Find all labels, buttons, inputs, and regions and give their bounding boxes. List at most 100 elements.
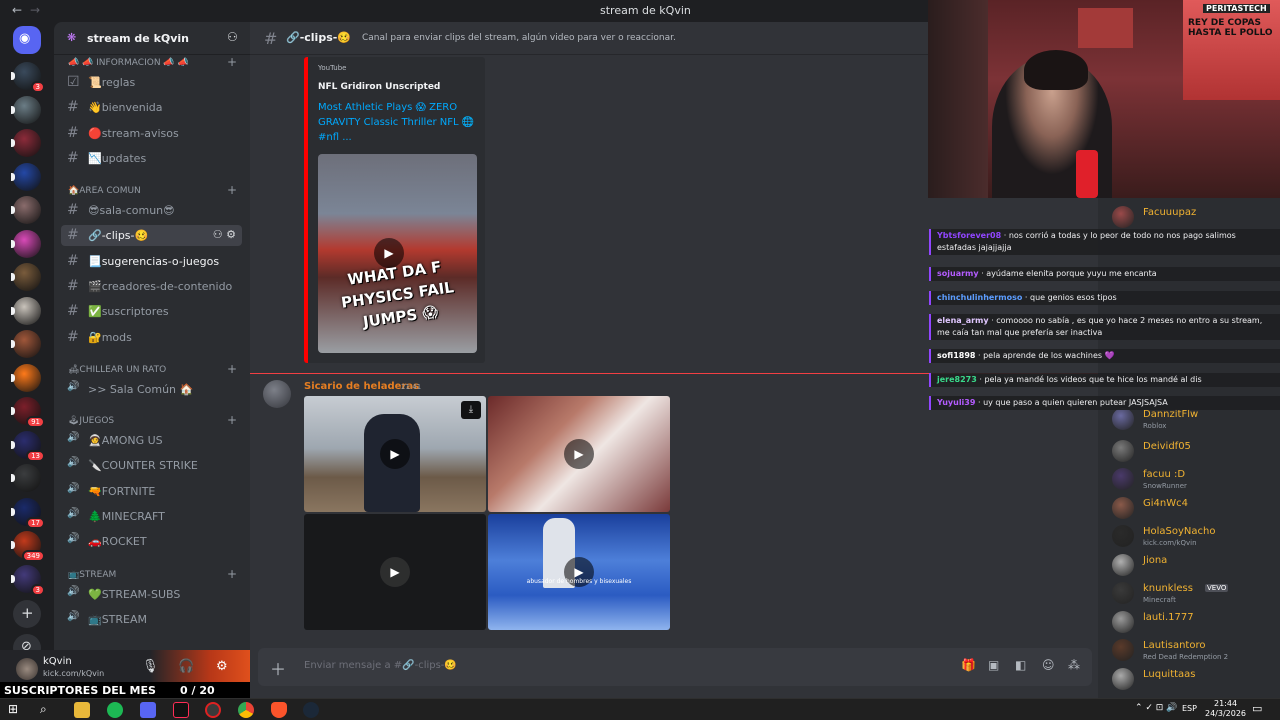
message-input[interactable]: Enviar mensaje a #🔗-clips-🥴 — [304, 660, 457, 671]
create-channel-icon[interactable]: + — [227, 413, 237, 427]
create-channel-icon[interactable]: + — [227, 362, 237, 376]
server-icon[interactable] — [11, 296, 41, 325]
member-item[interactable]: knunkless VEVO Minecraft — [1112, 580, 1280, 608]
back-arrow-icon[interactable]: ← — [12, 3, 22, 17]
steam-icon[interactable] — [303, 702, 319, 718]
server-header[interactable]: ❋ stream de kQvin ⌄ ⚇ — [54, 22, 250, 55]
channel-settings-icon[interactable]: ⚇ ⚙ — [213, 228, 236, 241]
member-item[interactable]: Lautisantoro Red Dead Redemption 2 — [1112, 637, 1280, 665]
server-icon[interactable]: 3 — [11, 62, 45, 93]
category-header[interactable]: 📺STREAM — [68, 570, 116, 580]
channel-topic[interactable]: Canal para enviar clips del stream, algú… — [362, 33, 676, 43]
server-icon[interactable]: 13 — [11, 430, 45, 462]
channel-item[interactable]: 🔊 🌲MINECRAFT — [61, 506, 242, 527]
play-icon[interactable]: ▶ — [380, 439, 410, 469]
create-channel-icon[interactable]: + — [227, 183, 237, 197]
channel-item[interactable]: 🔊 🔪COUNTER STRIKE — [61, 455, 242, 476]
create-channel-icon[interactable]: + — [227, 567, 237, 581]
avatar[interactable] — [263, 380, 291, 408]
category-header[interactable]: 📣 📣 INFORMACION 📣 📣 — [68, 58, 189, 68]
channel-item[interactable]: # 🔴stream-avisos — [61, 123, 242, 144]
server-icon[interactable] — [11, 229, 41, 258]
file-explorer-icon[interactable] — [74, 702, 90, 718]
category-header[interactable]: 🕹JUEGOS — [68, 416, 114, 426]
category-header[interactable]: 🏠AREA COMUN — [68, 186, 141, 196]
channel-item[interactable]: # 👋bienvenida — [61, 97, 242, 118]
emoji-icon[interactable]: ☺ — [1042, 658, 1055, 672]
member-item[interactable]: Jiona — [1112, 552, 1280, 580]
channel-item[interactable]: # 😎sala-comun😎 — [61, 200, 242, 221]
tiktok-icon[interactable] — [173, 702, 189, 718]
channel-item[interactable]: # 🎬creadores-de-contenido — [61, 276, 242, 297]
add-attachment-icon[interactable]: ＋ — [270, 656, 286, 680]
headphones-icon[interactable]: 🎧 — [178, 659, 194, 674]
avatar[interactable] — [16, 658, 38, 680]
forward-arrow-icon[interactable]: → — [30, 3, 40, 17]
brave-icon[interactable] — [271, 702, 287, 718]
search-icon[interactable]: ⌕ — [40, 702, 56, 718]
server-icon[interactable] — [11, 129, 41, 157]
category-header[interactable]: 🛋CHILLEAR UN RATO — [68, 365, 166, 375]
gift-icon[interactable]: 🎁 — [961, 658, 976, 672]
server-icon[interactable]: 91 — [11, 397, 45, 428]
play-icon[interactable]: ▶ — [374, 238, 404, 268]
video-attachment[interactable]: ▶ — [488, 396, 670, 512]
obs-icon[interactable] — [205, 702, 221, 718]
gif-icon[interactable]: ▣ — [988, 658, 999, 672]
channel-item[interactable]: # 🔐mods — [61, 327, 242, 348]
video-attachment[interactable]: ⤓ ▶ — [304, 396, 486, 512]
channel-item[interactable]: # 🔗-clips-🥴 ⚇ ⚙ — [61, 225, 242, 247]
server-icon[interactable] — [11, 263, 41, 291]
tray-icons[interactable]: ⌃ ✓ ⊡ 🔊 — [1135, 703, 1177, 713]
input-language[interactable]: ESP — [1182, 704, 1197, 713]
channel-item[interactable]: ☑ 📜reglas — [61, 72, 242, 93]
clock[interactable]: 21:44 24/3/2026 — [1205, 699, 1246, 719]
channel-item[interactable]: 🔊 🚗ROCKET — [61, 531, 242, 552]
member-item[interactable]: HolaSoyNacho kick.com/kQvin — [1112, 523, 1280, 551]
sticker-icon[interactable]: ◧ — [1015, 658, 1026, 672]
server-icon[interactable]: 349 — [11, 531, 45, 562]
server-icon[interactable] — [11, 363, 41, 392]
member-item[interactable]: Gi4nWc4 — [1112, 495, 1280, 523]
channel-item[interactable]: # ✅suscriptores — [61, 301, 242, 322]
video-attachment[interactable]: ▶ — [304, 514, 486, 630]
microphone-icon[interactable]: 🎙 — [142, 659, 159, 674]
notification-icon[interactable]: ▭ — [1252, 702, 1262, 715]
channel-item[interactable]: # 📃sugerencias-o-juegos — [61, 251, 242, 272]
create-channel-icon[interactable]: + — [227, 55, 237, 69]
server-icon[interactable] — [11, 196, 41, 224]
message-composer[interactable]: ＋ Enviar mensaje a #🔗-clips-🥴 🎁 ▣ ◧ ☺ ⁂ — [258, 648, 1092, 686]
embed-title-link[interactable]: Most Athletic Plays 😱 ZERO GRAVITY Class… — [318, 100, 483, 145]
embed-author[interactable]: NFL Gridiron Unscripted — [318, 82, 440, 92]
download-icon[interactable]: ⤓ — [461, 401, 481, 419]
play-icon[interactable]: ▶ — [380, 557, 410, 587]
server-icon[interactable] — [11, 330, 41, 358]
server-icon[interactable]: 3 — [11, 564, 45, 596]
server-icon[interactable] — [11, 162, 41, 191]
play-icon[interactable]: ▶ — [564, 439, 594, 469]
settings-gear-icon[interactable]: ⚙ — [216, 659, 228, 674]
embed-thumbnail[interactable]: WHAT DA F PHYSICS FAIL JUMPS 😱 ▶ — [318, 154, 477, 353]
chrome-icon[interactable] — [238, 702, 254, 718]
channel-item[interactable]: 🔊 🔫FORTNITE — [61, 481, 242, 502]
channel-item[interactable]: 🔊 🧑‍🚀AMONG US — [61, 430, 242, 451]
channel-item[interactable]: # 📉updates — [61, 148, 242, 169]
server-icon[interactable] — [11, 464, 41, 492]
apps-icon[interactable]: ⁂ — [1068, 658, 1080, 672]
channel-item[interactable]: 🔊 💚STREAM-SUBS — [61, 584, 242, 605]
channel-item[interactable]: 🔊 📺STREAM — [61, 609, 242, 630]
member-item[interactable]: Deividf05 — [1112, 438, 1280, 466]
video-attachment[interactable]: ▶ abusador de hombres y bisexuales — [488, 514, 670, 630]
add-server-icon[interactable]: + — [13, 600, 41, 628]
home-discord-icon[interactable]: ◉ — [13, 26, 41, 54]
server-icon[interactable]: 17 — [11, 497, 45, 529]
discord-icon[interactable] — [140, 702, 156, 718]
spotify-icon[interactable] — [107, 702, 123, 718]
channel-item[interactable]: 🔊 >> Sala Común 🏠 — [61, 379, 242, 400]
member-item[interactable]: facuu :D SnowRunner — [1112, 466, 1280, 494]
add-member-icon[interactable]: ⚇ — [227, 30, 238, 44]
member-item[interactable]: lauti.1777 — [1112, 609, 1280, 637]
member-item[interactable]: Luquittaas — [1112, 666, 1280, 694]
windows-start-icon[interactable]: ⊞ — [8, 702, 24, 718]
server-icon[interactable] — [11, 95, 41, 124]
